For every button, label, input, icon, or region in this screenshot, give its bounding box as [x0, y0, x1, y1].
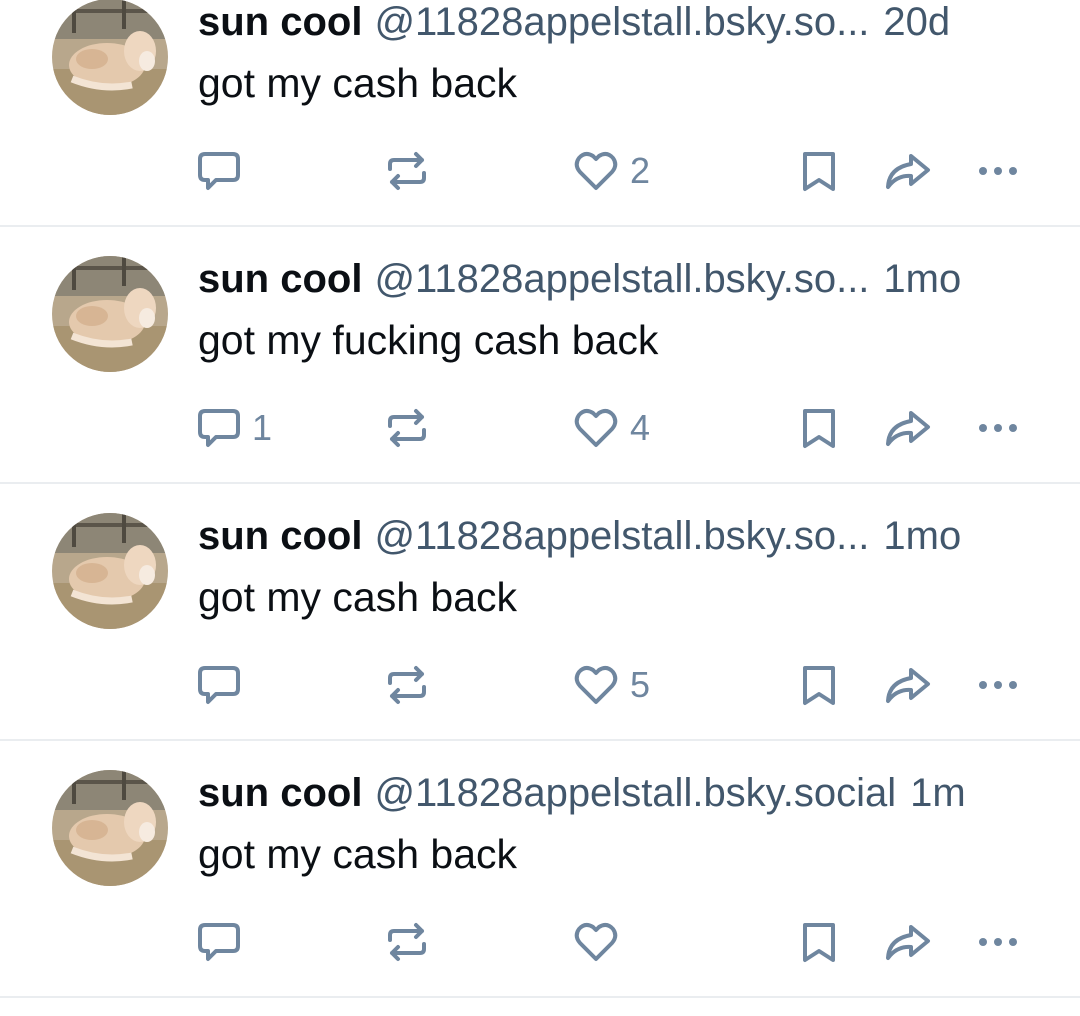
more-options-button[interactable] [974, 917, 1022, 967]
post-feed: sun cool @11828appelstall.bsky.so... 20d… [0, 0, 1080, 998]
post-header: sun cool @11828appelstall.bsky.social 1m [198, 769, 1038, 817]
foal-avatar-image [52, 770, 168, 886]
post-actions: 5 [0, 660, 1080, 710]
foal-avatar-image [52, 513, 168, 629]
share-arrow-icon [886, 668, 930, 703]
repost-button[interactable] [384, 660, 440, 710]
bookmark-icon [803, 923, 835, 962]
speech-bubble-icon [198, 152, 240, 190]
feed-post[interactable]: sun cool @11828appelstall.bsky.so... 1mo… [0, 484, 1080, 741]
speech-bubble-icon [198, 923, 240, 961]
speech-bubble-icon [198, 666, 240, 704]
like-button[interactable] [572, 917, 630, 967]
share-arrow-icon [886, 154, 930, 189]
reply-button[interactable] [196, 146, 252, 196]
post-header: sun cool @11828appelstall.bsky.so... 20d [198, 0, 1038, 46]
avatar[interactable] [52, 513, 168, 629]
author-handle[interactable]: @11828appelstall.bsky.social [374, 769, 896, 817]
like-button[interactable]: 5 [572, 660, 650, 710]
repost-arrows-icon [388, 666, 426, 704]
post-timestamp[interactable]: 1mo [883, 255, 961, 303]
repost-arrows-icon [388, 409, 426, 447]
avatar[interactable] [52, 770, 168, 886]
reply-button[interactable] [196, 660, 252, 710]
post-text: got my fucking cash back [198, 317, 659, 363]
post-text: got my cash back [198, 60, 518, 106]
feed-post[interactable]: sun cool @11828appelstall.bsky.so... 1mo… [0, 227, 1080, 484]
reply-button[interactable]: 1 [196, 403, 272, 453]
save-button[interactable] [798, 146, 840, 196]
post-actions: 2 [0, 146, 1080, 196]
ellipsis-icon [979, 938, 1017, 946]
ellipsis-icon [979, 167, 1017, 175]
post-header: sun cool @11828appelstall.bsky.so... 1mo [198, 512, 1038, 560]
heart-icon [574, 922, 618, 961]
author-name[interactable]: sun cool [198, 512, 362, 560]
feed-post[interactable]: sun cool @11828appelstall.bsky.social 1m… [0, 741, 1080, 998]
post-actions: 1 4 [0, 403, 1080, 453]
like-count: 4 [630, 407, 651, 448]
more-options-button[interactable] [974, 660, 1022, 710]
author-name[interactable]: sun cool [198, 769, 362, 817]
avatar[interactable] [52, 0, 168, 115]
like-count: 5 [630, 664, 651, 705]
repost-button[interactable] [384, 403, 440, 453]
repost-button[interactable] [384, 146, 440, 196]
post-actions [0, 917, 1080, 967]
like-button[interactable]: 2 [572, 146, 650, 196]
feed-post[interactable]: sun cool @11828appelstall.bsky.so... 20d… [0, 0, 1080, 227]
heart-icon [574, 151, 618, 190]
save-button[interactable] [798, 403, 840, 453]
more-options-button[interactable] [974, 403, 1022, 453]
post-timestamp[interactable]: 1mo [883, 512, 961, 560]
reply-count: 1 [252, 407, 273, 448]
foal-avatar-image [52, 256, 168, 372]
repost-arrows-icon [388, 152, 426, 190]
author-name[interactable]: sun cool [198, 255, 362, 303]
heart-icon [574, 408, 618, 447]
share-button[interactable] [883, 403, 933, 453]
share-arrow-icon [886, 925, 930, 960]
avatar[interactable] [52, 256, 168, 372]
like-button[interactable]: 4 [572, 403, 650, 453]
ellipsis-icon [979, 424, 1017, 432]
bookmark-icon [803, 409, 835, 448]
author-handle[interactable]: @11828appelstall.bsky.so... [374, 512, 869, 560]
reply-button[interactable] [196, 917, 252, 967]
post-header: sun cool @11828appelstall.bsky.so... 1mo [198, 255, 1038, 303]
speech-bubble-icon [198, 409, 240, 447]
foal-avatar-image [52, 0, 168, 115]
like-count: 2 [630, 150, 651, 191]
heart-icon [574, 665, 618, 704]
author-handle[interactable]: @11828appelstall.bsky.so... [374, 0, 869, 46]
more-options-button[interactable] [974, 146, 1022, 196]
save-button[interactable] [798, 917, 840, 967]
author-name[interactable]: sun cool [198, 0, 362, 46]
share-button[interactable] [883, 660, 933, 710]
share-button[interactable] [883, 917, 933, 967]
share-arrow-icon [886, 411, 930, 446]
ellipsis-icon [979, 681, 1017, 689]
author-handle[interactable]: @11828appelstall.bsky.so... [374, 255, 869, 303]
bookmark-icon [803, 666, 835, 705]
post-timestamp[interactable]: 1m [910, 769, 966, 817]
post-text: got my cash back [198, 831, 518, 877]
repost-arrows-icon [388, 923, 426, 961]
save-button[interactable] [798, 660, 840, 710]
post-timestamp[interactable]: 20d [883, 0, 950, 46]
post-text: got my cash back [198, 574, 518, 620]
repost-button[interactable] [384, 917, 440, 967]
share-button[interactable] [883, 146, 933, 196]
bookmark-icon [803, 152, 835, 191]
